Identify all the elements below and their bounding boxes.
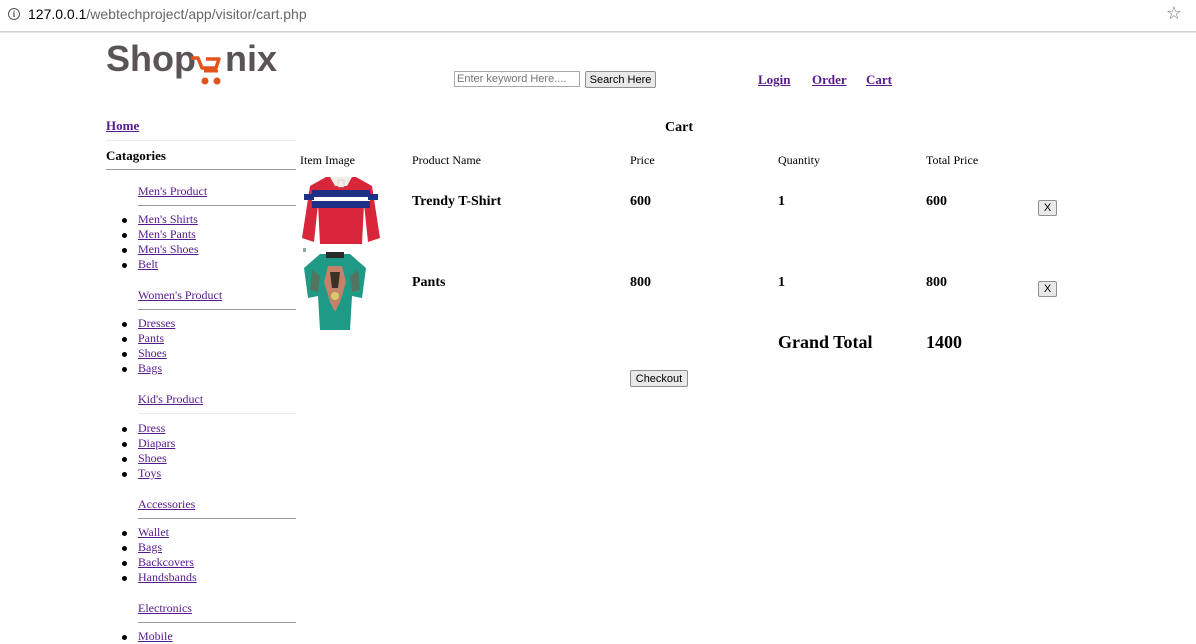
list-item: Pants [121,331,175,346]
category-mens-product[interactable]: Men's Product [138,184,207,199]
logo-text-right: nix [225,38,277,79]
product-price: 800 [630,275,651,290]
product-quantity: 1 [778,194,785,209]
column-header-item-image: Item Image [300,153,355,167]
category-link[interactable]: Diapars [138,436,175,450]
category-link[interactable]: Wallet [138,525,169,539]
category-link[interactable]: Shoes [138,451,167,465]
list-item: Men's Shoes [122,242,199,257]
category-link[interactable]: Toys [138,466,161,480]
divider [138,518,296,519]
category-link[interactable]: Handsbands [138,570,197,584]
divider [106,169,296,170]
home-link[interactable]: Home [106,118,139,134]
tshirt-product-image [302,177,380,252]
list-item: Handsbands [122,570,197,585]
accessories-list: Wallet Bags Backcovers Handsbands [122,525,197,585]
category-link[interactable]: Bags [138,540,162,554]
shopnix-logo[interactable]: Shop nix [106,38,296,88]
category-link[interactable]: Mobile [138,629,173,643]
category-link[interactable]: Pants [138,331,164,345]
divider [106,140,296,141]
list-item: Men's Pants [122,227,199,242]
category-womens-product[interactable]: Women's Product [138,288,222,303]
product-total: 600 [926,194,947,209]
cart-link[interactable]: Cart [866,72,892,88]
order-link[interactable]: Order [812,72,847,88]
category-link[interactable]: Men's Shoes [138,242,199,256]
logo-text-left: Shop [106,38,196,79]
list-item: Backcovers [122,555,197,570]
category-link[interactable]: Men's Pants [138,227,196,241]
remove-item-button[interactable]: X [1038,200,1057,216]
category-link[interactable]: Dresses [138,316,175,330]
category-accessories[interactable]: Accessories [138,497,195,512]
category-kids-product[interactable]: Kid's Product [138,392,203,407]
womens-list: Dresses Pants Shoes Bags [121,316,175,376]
divider [0,32,1196,33]
category-link[interactable]: Bags [138,361,162,375]
divider [138,622,296,623]
url-path: /webtechproject/app/visitor/cart.php [86,6,307,22]
kids-list: Dress Diapars Shoes Toys [121,421,175,481]
bookmark-star-icon[interactable]: ☆ [1166,3,1182,24]
address-bar[interactable]: i 127.0.0.1/webtechproject/app/visitor/c… [0,0,1196,32]
list-item: Belt [122,257,199,272]
login-link[interactable]: Login [758,72,791,88]
remove-item-button[interactable]: X [1038,281,1057,297]
category-electronics[interactable]: Electronics [138,601,192,616]
divider [138,309,296,310]
list-item: Diapars [121,436,175,451]
column-header-product-name: Product Name [412,153,481,167]
list-item: Dress [121,421,175,436]
category-link[interactable]: Dress [138,421,165,435]
product-quantity: 1 [778,275,785,290]
checkout-button[interactable]: Checkout [630,370,688,387]
list-item: Bags [122,540,197,555]
list-item: Wallet [122,525,197,540]
url-host: 127.0.0.1 [28,6,87,22]
search-button[interactable]: Search Here [585,71,656,88]
category-link[interactable]: Men's Shirts [138,212,198,226]
cart-title: Cart [665,120,693,135]
column-header-price: Price [630,153,655,167]
divider [138,413,296,414]
categories-title: Catagories [106,148,166,163]
url-text[interactable]: 127.0.0.1/webtechproject/app/visitor/car… [28,6,307,22]
product-name: Trendy T-Shirt [412,194,502,209]
product-price: 600 [630,194,651,209]
grand-total-value: 1400 [926,332,962,352]
category-link[interactable]: Belt [138,257,158,271]
search-input[interactable] [454,71,580,87]
column-header-total-price: Total Price [926,153,979,167]
column-header-quantity: Quantity [778,153,820,167]
category-link[interactable]: Shoes [138,346,167,360]
list-item: Toys [121,466,175,481]
list-item: Mobile [122,629,173,644]
list-item: Dresses [121,316,175,331]
mens-list: Men's Shirts Men's Pants Men's Shoes Bel… [122,212,199,272]
pants-product-image [304,252,366,330]
info-icon[interactable]: i [8,8,20,20]
electronics-list: Mobile [122,629,173,644]
product-total: 800 [926,275,947,290]
list-item: Shoes [121,451,175,466]
category-link[interactable]: Backcovers [138,555,194,569]
product-name: Pants [412,275,446,290]
list-item: Shoes [121,346,175,361]
list-item: Bags [121,361,175,376]
grand-total-label: Grand Total [778,332,873,352]
divider [138,205,296,206]
list-item: Men's Shirts [122,212,199,227]
